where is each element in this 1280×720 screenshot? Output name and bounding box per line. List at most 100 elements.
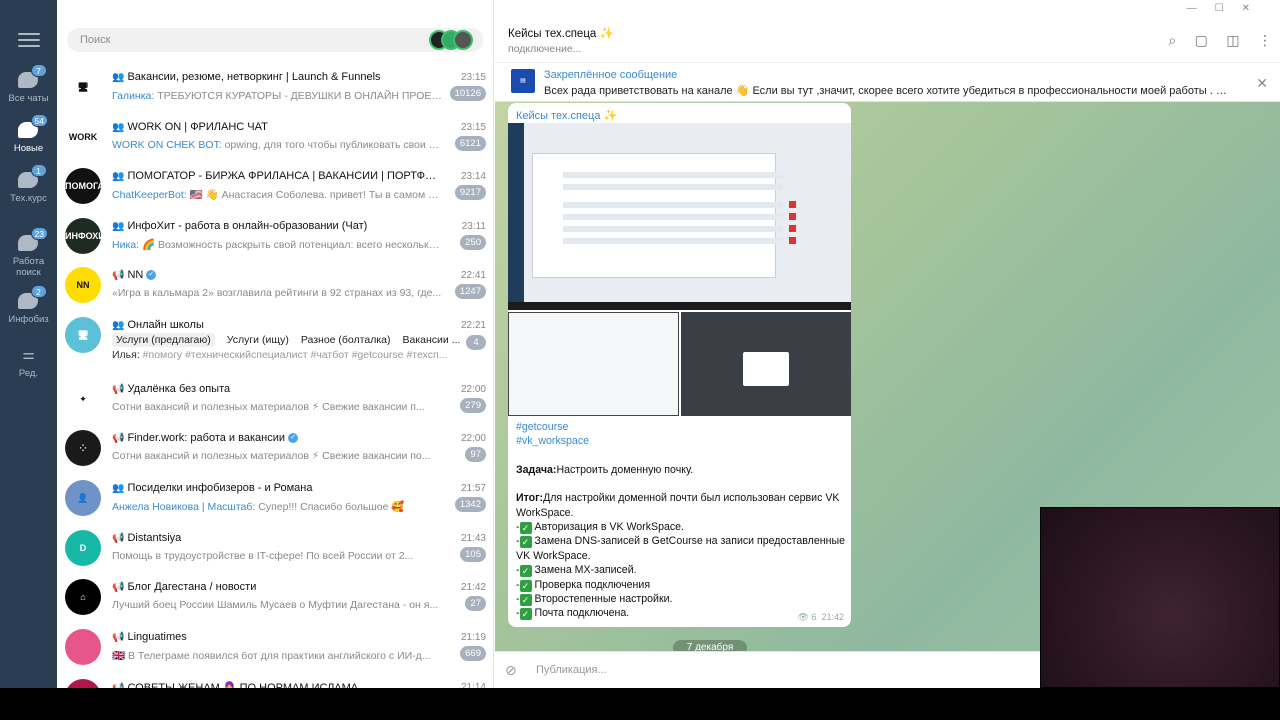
folder-label: Ред. xyxy=(18,368,39,379)
close-icon[interactable]: ✕ xyxy=(1256,75,1268,92)
chat-list-item[interactable]: 🖥 👥 Вакансии, резюме, нетворкинг | Launch … xyxy=(57,62,494,112)
folder-item[interactable]: 7 Все чаты xyxy=(0,64,57,122)
hashtag[interactable]: #getcourse xyxy=(516,420,846,434)
menu-icon[interactable] xyxy=(18,33,40,49)
story-avatar[interactable] xyxy=(453,30,473,50)
chat-avatar: 🖥 xyxy=(65,69,101,105)
chat-preview: «Игра в кальмара 2» возглавила рейтинги … xyxy=(112,287,442,299)
chat-folder-icon: 23 xyxy=(17,227,48,253)
group-icon: 👥 xyxy=(112,483,125,494)
unread-count: 97 xyxy=(465,447,486,462)
verified-icon: ✓ xyxy=(288,433,298,444)
chat-title: 👥 ПОМОГАТОР - БИРЖА ФРИЛАНСА | ВАКАНСИИ |… xyxy=(112,170,442,182)
chat-avatar: WORK ON xyxy=(65,119,101,155)
post-image-3[interactable] xyxy=(681,312,851,416)
checklist-item: - ✓ Замена DNS-записей в GetCourse на запи… xyxy=(516,535,845,562)
hashtag[interactable]: #vk_workspace xyxy=(516,434,846,448)
folder-item[interactable]: 1 Тех.курс xyxy=(0,164,57,222)
check-icon: ✓ xyxy=(519,579,532,592)
chat-title: 📢 Linguatimes xyxy=(112,631,187,643)
more-icon[interactable]: ⋮ xyxy=(1258,32,1272,49)
pinned-title: Закреплённое сообщение xyxy=(544,69,678,81)
chat-avatar: D xyxy=(65,530,101,566)
chat-time: 23:11 xyxy=(461,221,486,232)
chat-time: 22:00 xyxy=(460,433,486,444)
comments-icon[interactable]: ▢ xyxy=(1195,32,1208,49)
search-input[interactable]: Поиск xyxy=(80,34,110,46)
topic-tag[interactable]: Услуги (предлагаю) xyxy=(112,333,215,347)
chat-list-item[interactable]: ⌂ 📢 Блог Дагестана / новости 21:42 Лучший бо… xyxy=(57,572,494,622)
chat-list-item[interactable]: NN 📢 NN ✓ 22:41 «Игра в кальмара 2» возглавил… xyxy=(57,260,494,310)
chat-list-item[interactable]: 📢 Linguatimes 21:19 🇬🇧 В Телеграме появился… xyxy=(57,622,494,672)
chat-avatar: ИНФОХИТ xyxy=(65,218,101,254)
topic-tag[interactable]: Вакансии ... xyxy=(402,334,460,346)
result-label: Итог: xyxy=(516,492,544,505)
sidebar-toggle-icon[interactable]: ◫ xyxy=(1226,32,1239,49)
chat-folder-icon: 54 xyxy=(17,114,48,140)
folder-label: Работа поиск xyxy=(12,256,45,278)
pinned-thumbnail: ▤ xyxy=(511,69,535,93)
post-author[interactable]: Кейсы тех.спеца ✨ xyxy=(516,109,617,122)
unread-count: 105 xyxy=(460,547,486,562)
chat-list-item[interactable]: 📢СОВЕТЫ ЖЕНАМ 🧕 ПО НОРМАМ ИСЛАМА21:14 xyxy=(57,672,494,688)
check-icon: ✓ xyxy=(519,608,532,621)
chat-avatar: ⁘ xyxy=(65,430,101,466)
chat-list-item[interactable]: ИНФОХИТ 👥ИнфоХит - работа в онлайн-образо… xyxy=(57,211,494,261)
video-overlay xyxy=(1040,507,1280,688)
attach-icon[interactable]: ⊘ xyxy=(505,662,517,679)
group-icon: 👥 xyxy=(112,72,125,83)
post-image-1[interactable] xyxy=(508,123,851,310)
channel-icon: 📢 xyxy=(112,384,125,395)
chat-list-item[interactable]: ✦ 📢 Удалёнка без опыта 22:00 Сотни вакансий … xyxy=(57,374,494,424)
post-text: #getcourse #vk_workspace Задача:Настроит… xyxy=(516,420,846,621)
chat-title: 👥 ИнфоХит - работа в онлайн-образовании (… xyxy=(112,220,368,232)
chat-time: 22:21 xyxy=(460,320,486,331)
folder-item[interactable]: 23 Работа поиск xyxy=(0,227,57,285)
group-icon: 👥 xyxy=(112,221,125,232)
checklist-item: - ✓ Почта подключена. xyxy=(516,607,630,621)
channel-icon: 📢 xyxy=(112,533,125,544)
channel-title[interactable]: Кейсы тех.спеца ✨ xyxy=(508,26,614,40)
chat-title: 📢СОВЕТЫ ЖЕНАМ 🧕 ПО НОРМАМ ИСЛАМА xyxy=(112,681,442,688)
chat-avatar: 👤 xyxy=(65,480,101,516)
chat-avatar: ✦ xyxy=(65,381,101,417)
post-image-2[interactable] xyxy=(508,312,679,416)
channel-icon: 📢 xyxy=(112,270,125,281)
checklist-item: - ✓ Замена MX-записей. xyxy=(516,564,637,578)
search-icon[interactable]: ⌕ xyxy=(1168,32,1176,49)
window-controls[interactable]: —☐✕ xyxy=(1187,3,1268,14)
folder-label: Инфобиз xyxy=(8,314,49,325)
folder-item[interactable]: 54 Новые xyxy=(0,114,57,172)
telegram-window: 7 Все чаты 54 Новые 1 Тех.курс 23 Работа поиск 2… xyxy=(0,0,1280,688)
topic-tag[interactable]: Услуги (ищу) xyxy=(227,334,289,346)
chat-list-item[interactable]: 🖥 👥 Онлайн школы 22:21 Услуги (предлагаю) Усл… xyxy=(57,310,494,374)
message-input[interactable]: Публикация... xyxy=(536,664,607,676)
channel-icon: 📢 xyxy=(112,632,125,643)
chat-list-item[interactable]: WORK ON 👥WORK ON | ФРИЛАНС ЧАТ 23:15 WORK O… xyxy=(57,112,494,162)
topic-tag[interactable]: Разное (болталка) xyxy=(301,334,391,346)
folder-item[interactable]: ⚌ Ред. xyxy=(0,345,57,397)
unread-count: 279 xyxy=(460,398,486,413)
pinned-message-bar[interactable]: ▤ Закреплённое сообщение Всех рада приве… xyxy=(495,62,1280,102)
unread-count: 9217 xyxy=(454,185,486,200)
pinned-text: Всех рада приветствовать на канале 👋 Есл… xyxy=(544,85,1234,97)
chat-time: 23:15 xyxy=(460,72,486,83)
search-bar[interactable]: Поиск xyxy=(67,28,483,52)
stories-avatars[interactable] xyxy=(429,30,477,50)
unread-count: 669 xyxy=(460,646,486,661)
folder-item[interactable]: 2 Инфобиз xyxy=(0,285,57,343)
chat-list-item[interactable]: ⁘ 📢 Finder.work: работа и вакансии ✓ 22:00 Со… xyxy=(57,423,494,473)
chat-time: 21:19 xyxy=(460,632,486,643)
chat-list-item[interactable]: 👤 👥 Посиделки инфобизеров - и Романа 21:57 А… xyxy=(57,473,494,523)
chat-preview: Сотни вакансий и полезных материалов ⚡ С… xyxy=(112,450,431,462)
check-icon: ✓ xyxy=(519,565,532,578)
chat-list-item[interactable]: D 📢 Distantsiya 21:43 Помощь в трудоустройст… xyxy=(57,523,494,573)
chat-list-item[interactable]: ПОМОГАТОР 👥ПОМОГАТОР - БИРЖА ФРИЛАНСА | В… xyxy=(57,161,494,211)
post-time: 21:42 xyxy=(821,612,844,622)
task-text: Настроить доменную почку. xyxy=(556,463,694,476)
chat-avatar: 🖥 xyxy=(65,317,101,353)
chat-time: 23:15 xyxy=(460,122,486,133)
chat-preview: Анжела Новикова | Масштаб: Супер!!! Спас… xyxy=(112,501,405,513)
chat-preview: 🇬🇧 В Телеграме появился бот для практики… xyxy=(112,650,431,662)
connection-status: подключение... xyxy=(508,43,582,55)
